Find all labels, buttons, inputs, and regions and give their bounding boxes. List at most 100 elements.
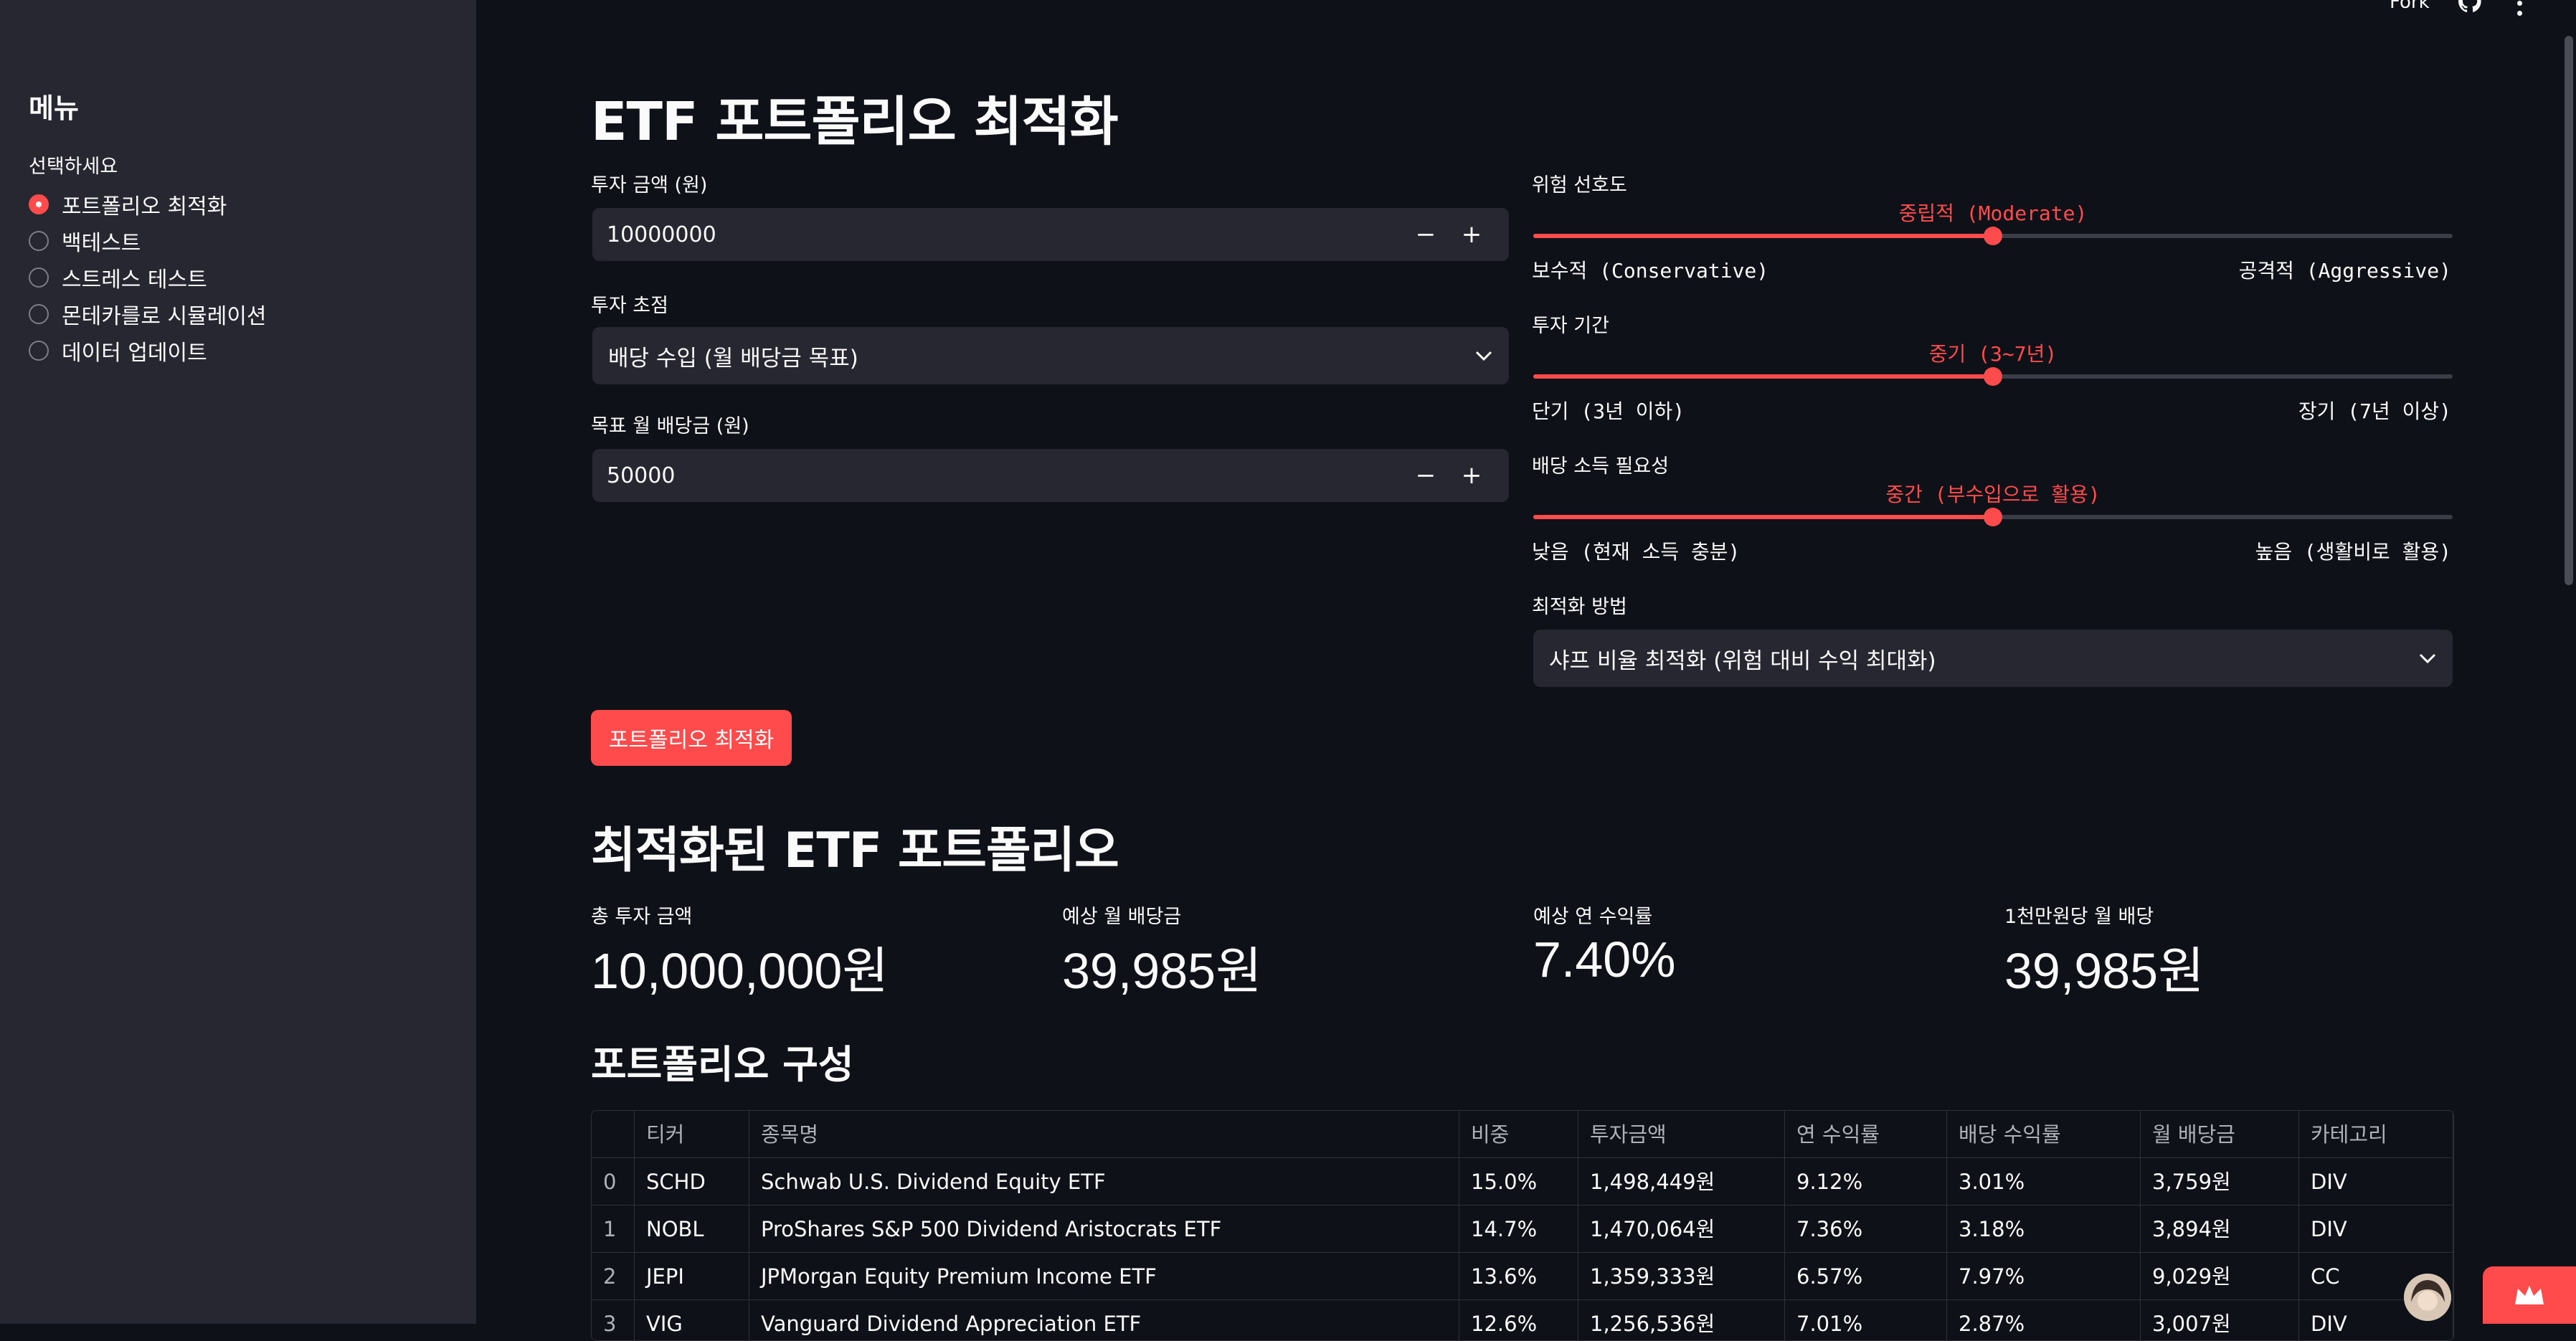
target-dividend-value: 50000 <box>607 463 676 488</box>
chevron-down-icon <box>2418 649 2437 668</box>
table-row[interactable]: 1 NOBL ProShares S&P 500 Dividend Aristocr… <box>592 1205 2453 1253</box>
increment-button[interactable]: + <box>1449 449 1495 502</box>
table-cell: 1 <box>592 1205 635 1253</box>
table-row[interactable]: 2 JEPI JPMorgan Equity Premium Income ETF 1… <box>592 1253 2453 1300</box>
horizon-min-label: 단기 (3년 이하) <box>1532 399 1685 423</box>
table-row[interactable]: 0 SCHD Schwab U.S. Dividend Equity ETF 15.0… <box>592 1158 2453 1205</box>
slider-handle[interactable] <box>1984 508 2002 526</box>
dividend-need-min-label: 낮음 (현재 소득 충분) <box>1532 540 1741 564</box>
target-dividend-label: 목표 월 배당금 (원) <box>591 415 749 437</box>
table-cell: 9.12% <box>1785 1158 1947 1205</box>
table-cell: 0 <box>592 1158 635 1205</box>
table-header: 티커 종목명 비중 투자금액 연 수익률 배당 수익률 월 배당금 카테고리 <box>592 1111 2453 1158</box>
horizon-slider[interactable] <box>1533 367 2453 386</box>
risk-slider-value: 중립적 (Moderate) <box>1898 202 2088 225</box>
column-header[interactable]: 연 수익률 <box>1785 1111 1947 1158</box>
table-cell: 3.18% <box>1947 1205 2141 1253</box>
slider-handle[interactable] <box>1984 227 2002 245</box>
investment-amount-value: 10000000 <box>607 222 716 247</box>
sidebar-item-stress-test[interactable]: 스트레스 테스트 <box>29 261 207 294</box>
column-header[interactable]: 비중 <box>1459 1111 1578 1158</box>
table-cell: VIG <box>635 1300 749 1340</box>
fork-button[interactable]: Fork <box>2390 0 2430 13</box>
investment-amount-input[interactable]: 10000000 − + <box>592 208 1509 261</box>
table-cell: 3,894원 <box>2141 1205 2299 1253</box>
table-cell: ProShares S&P 500 Dividend Aristocrats E… <box>749 1205 1459 1253</box>
investment-focus-label: 투자 초점 <box>591 295 668 317</box>
sidebar-item-label: 백테스트 <box>62 231 141 256</box>
investment-focus-select[interactable]: 배당 수입 (월 배당금 목표) <box>592 327 1509 384</box>
table-cell: 1,359,333원 <box>1578 1253 1785 1300</box>
table-cell: 3.01% <box>1947 1158 2141 1205</box>
composition-title: 포트폴리오 구성 <box>591 1042 854 1087</box>
column-header[interactable]: 티커 <box>635 1111 749 1158</box>
table-cell: 3 <box>592 1300 635 1340</box>
table-cell: 1,498,449원 <box>1578 1158 1785 1205</box>
table-cell: 9,029원 <box>2141 1253 2299 1300</box>
table-cell: DIV <box>2299 1158 2453 1205</box>
column-header[interactable]: 배당 수익률 <box>1947 1111 2141 1158</box>
table-cell: 1,256,536원 <box>1578 1300 1785 1340</box>
radio-unselected-icon <box>29 267 49 288</box>
increment-button[interactable]: + <box>1449 208 1495 261</box>
sidebar-item-portfolio-optimization[interactable]: 포트폴리오 최적화 <box>29 188 227 221</box>
sidebar-item-monte-carlo[interactable]: 몬테카를로 시뮬레이션 <box>29 298 267 331</box>
metric-value: 7.40% <box>1533 932 1676 987</box>
radio-unselected-icon <box>29 231 49 251</box>
table-row[interactable]: 3 VIG Vanguard Dividend Appreciation ETF 12… <box>592 1300 2453 1340</box>
table-cell: 12.6% <box>1459 1300 1578 1340</box>
slider-handle[interactable] <box>1984 367 2002 386</box>
metric-label: 총 투자 금액 <box>591 906 693 928</box>
method-value: 샤프 비율 최적화 (위험 대비 수익 최대화) <box>1549 648 1936 674</box>
sidebar-item-label: 스트레스 테스트 <box>62 267 207 293</box>
decrement-button[interactable]: − <box>1403 208 1449 261</box>
column-header[interactable]: 월 배당금 <box>2141 1111 2299 1158</box>
dividend-need-label: 배당 소득 필요성 <box>1532 455 1670 478</box>
column-header[interactable]: 투자금액 <box>1578 1111 1785 1158</box>
horizon-max-label: 장기 (7년 이상) <box>2298 399 2451 423</box>
crown-icon[interactable] <box>2483 1266 2576 1324</box>
sidebar-item-label: 데이터 업데이트 <box>62 341 207 366</box>
metric-value: 39,985원 <box>1062 943 1262 999</box>
column-header[interactable] <box>592 1111 635 1158</box>
dividend-need-max-label: 높음 (생활비로 활용) <box>2255 540 2451 564</box>
sidebar-item-label: 몬테카를로 시뮬레이션 <box>62 304 267 329</box>
scrollbar[interactable] <box>2565 36 2573 585</box>
results-title: 최적화된 ETF 포트폴리오 <box>591 823 1119 879</box>
optimize-button[interactable]: 포트폴리오 최적화 <box>591 710 792 766</box>
slider-fill <box>1533 515 1993 519</box>
dividend-need-slider[interactable] <box>1533 508 2453 526</box>
decrement-button[interactable]: − <box>1403 449 1449 502</box>
column-header[interactable]: 카테고리 <box>2299 1111 2453 1158</box>
metric-value: 39,985원 <box>2004 943 2205 999</box>
avatar[interactable] <box>2404 1274 2451 1321</box>
column-header[interactable]: 종목명 <box>749 1111 1459 1158</box>
sidebar-item-backtest[interactable]: 백테스트 <box>29 224 141 257</box>
method-select[interactable]: 샤프 비율 최적화 (위험 대비 수익 최대화) <box>1533 630 2453 687</box>
horizon-label: 투자 기간 <box>1532 315 1609 337</box>
table-cell: NOBL <box>635 1205 749 1253</box>
portfolio-table[interactable]: 티커 종목명 비중 투자금액 연 수익률 배당 수익률 월 배당금 카테고리 0 SCHD Schw… <box>591 1110 2454 1341</box>
sidebar-item-data-update[interactable]: 데이터 업데이트 <box>29 334 207 367</box>
table-cell: 14.7% <box>1459 1205 1578 1253</box>
table-cell: 13.6% <box>1459 1253 1578 1300</box>
risk-slider[interactable] <box>1533 227 2453 245</box>
investment-amount-label: 투자 금액 (원) <box>591 174 708 196</box>
radio-unselected-icon <box>29 304 49 324</box>
sidebar-title: 메뉴 <box>29 93 79 124</box>
table-cell: 15.0% <box>1459 1158 1578 1205</box>
risk-label: 위험 선호도 <box>1532 174 1627 196</box>
table-cell: 3,759원 <box>2141 1158 2299 1205</box>
radio-group-label: 선택하세요 <box>29 156 118 178</box>
table-cell: JEPI <box>635 1253 749 1300</box>
metric-label: 1천만원당 월 배당 <box>2004 906 2154 928</box>
table-cell: 2 <box>592 1253 635 1300</box>
radio-selected-icon <box>29 194 49 214</box>
risk-max-label: 공격적 (Aggressive) <box>2238 259 2451 283</box>
target-dividend-input[interactable]: 50000 − + <box>592 449 1509 502</box>
slider-fill <box>1533 234 1993 238</box>
horizon-slider-value: 중기 (3~7년) <box>1928 342 2058 366</box>
metric-label: 예상 연 수익률 <box>1533 906 1653 928</box>
more-vertical-icon[interactable] <box>2512 0 2527 16</box>
github-icon[interactable] <box>2457 0 2483 14</box>
